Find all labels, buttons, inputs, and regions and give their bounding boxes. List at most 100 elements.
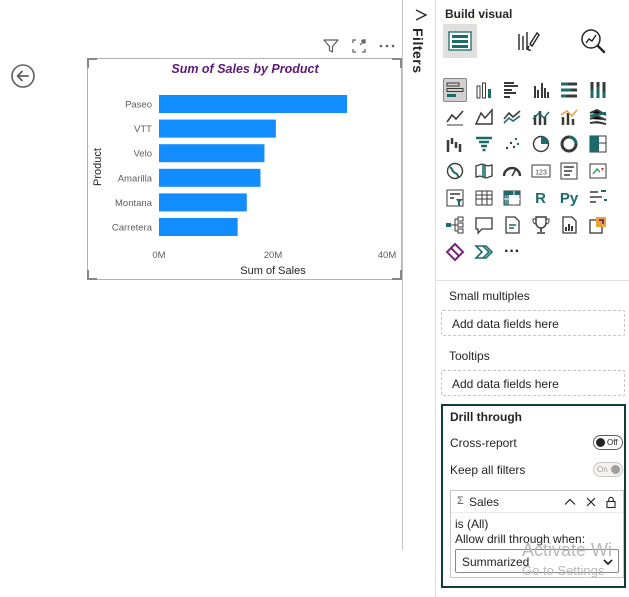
clustered-bar-icon[interactable] xyxy=(500,78,524,102)
chart-plot: Sum of Sales by Product Product Sum of S… xyxy=(92,62,397,277)
x-tick-label: 20M xyxy=(264,250,283,261)
build-visual-icon xyxy=(448,31,472,51)
tooltips-title: Tooltips xyxy=(449,349,490,363)
multi-row-card-icon[interactable] xyxy=(557,159,581,183)
stacked-bar-icon[interactable] xyxy=(443,78,467,102)
more-icon[interactable]: ··· xyxy=(500,240,524,264)
filters-pane-collapsed[interactable] xyxy=(403,0,435,597)
y-tick-label: Amarilla xyxy=(118,173,153,184)
lock-icon[interactable] xyxy=(604,495,618,509)
activate-windows-watermark: Activate Wi Go to Settings xyxy=(522,540,612,578)
y-tick-label: VTT xyxy=(134,124,152,135)
bar-chart-visual[interactable]: Sum of Sales by Product Product Sum of S… xyxy=(87,58,402,280)
build-visual-tab[interactable] xyxy=(443,24,477,58)
drill-through-title: Drill through xyxy=(450,410,522,424)
bar-velo[interactable] xyxy=(159,144,265,163)
filter-condition: is (All) xyxy=(455,517,489,531)
format-paintbrush-icon xyxy=(518,31,540,51)
stacked-column-icon[interactable] xyxy=(472,78,496,102)
smart-narrative-icon[interactable] xyxy=(500,213,524,237)
kpi-icon[interactable] xyxy=(586,159,610,183)
line-chart-icon[interactable] xyxy=(443,105,467,129)
dropdown-value: Summarized xyxy=(462,555,530,569)
x-axis-title: Sum of Sales xyxy=(240,265,306,277)
area-chart-icon[interactable] xyxy=(472,105,496,129)
stacked-area-icon[interactable] xyxy=(500,105,524,129)
map-icon[interactable] xyxy=(443,159,467,183)
pane-separator xyxy=(436,280,629,281)
bar-paseo[interactable] xyxy=(159,95,348,113)
power-apps-icon[interactable] xyxy=(586,213,610,237)
back-arrow-icon xyxy=(11,64,35,88)
y-tick-label: Montana xyxy=(115,198,153,209)
watermark-line-1: Activate Wi xyxy=(522,540,613,560)
filters-pane-label[interactable]: Filters xyxy=(410,28,426,74)
bar-vtt[interactable] xyxy=(159,119,276,138)
x-tick-label: 40M xyxy=(378,250,397,261)
py-label: Py xyxy=(559,189,579,207)
line-clustered-column-icon[interactable] xyxy=(529,105,553,129)
small-multiples-well[interactable]: Add data fields here xyxy=(441,310,625,336)
chart-title: Sum of Sales by Product xyxy=(171,62,319,76)
toggle-state: Off xyxy=(607,438,618,447)
filled-map-icon[interactable] xyxy=(472,159,496,183)
sigma-icon: Σ xyxy=(457,495,464,507)
bar-montana[interactable] xyxy=(159,193,247,212)
focus-mode-icon[interactable] xyxy=(350,37,368,55)
get-more-visuals-icon[interactable] xyxy=(472,240,496,264)
more-label: ··· xyxy=(504,243,520,260)
analytics-tab[interactable] xyxy=(576,24,610,58)
expand-filters-icon[interactable] xyxy=(415,8,428,26)
visual-header-toolbar xyxy=(322,37,402,55)
line-stacked-column-icon[interactable] xyxy=(557,105,581,129)
cross-report-label: Cross-report xyxy=(450,436,517,450)
remove-field-icon[interactable] xyxy=(584,495,598,509)
scatter-icon[interactable] xyxy=(500,132,524,156)
field-card-header[interactable]: Σ Sales xyxy=(451,491,623,513)
keep-all-filters-toggle[interactable]: On xyxy=(593,462,623,477)
toggle-knob xyxy=(611,465,620,474)
filter-icon[interactable] xyxy=(322,37,340,55)
keep-all-filters-label: Keep all filters xyxy=(450,463,526,477)
svg-text:123: 123 xyxy=(535,170,547,177)
matrix-icon[interactable] xyxy=(500,186,524,210)
key-influencers-icon[interactable] xyxy=(586,186,610,210)
bar-amarilla[interactable] xyxy=(159,168,261,187)
more-options-icon[interactable] xyxy=(378,37,396,55)
100-stacked-bar-icon[interactable] xyxy=(557,78,581,102)
gauge-icon[interactable] xyxy=(500,159,524,183)
y-axis-title: Product xyxy=(92,148,104,186)
clustered-column-icon[interactable] xyxy=(529,78,553,102)
build-visual-title: Build visual xyxy=(445,7,513,21)
decomposition-tree-icon[interactable] xyxy=(443,213,467,237)
waterfall-icon[interactable] xyxy=(443,132,467,156)
treemap-icon[interactable] xyxy=(586,132,610,156)
bar-carretera[interactable] xyxy=(159,218,238,236)
metrics-icon[interactable] xyxy=(557,213,581,237)
card-icon[interactable]: 123 xyxy=(529,159,553,183)
paginated-report-icon[interactable] xyxy=(529,213,553,237)
slicer-icon[interactable] xyxy=(443,186,467,210)
small-multiples-title: Small multiples xyxy=(449,289,530,303)
qa-icon[interactable] xyxy=(472,213,496,237)
collapse-chevron-icon[interactable] xyxy=(563,495,577,509)
format-visual-tab[interactable] xyxy=(510,24,544,58)
watermark-line-2: Go to Settings xyxy=(522,563,605,578)
tooltips-well[interactable]: Add data fields here xyxy=(441,370,625,396)
toggle-knob xyxy=(596,438,605,447)
funnel-icon[interactable] xyxy=(472,132,496,156)
r-visual-icon[interactable]: R xyxy=(529,186,553,210)
ribbon-chart-icon[interactable] xyxy=(586,105,610,129)
python-visual-icon[interactable]: Py xyxy=(557,186,581,210)
r-label: R xyxy=(535,189,546,207)
table-icon[interactable] xyxy=(472,186,496,210)
field-name: Sales xyxy=(469,495,500,509)
power-automate-icon[interactable] xyxy=(443,240,467,264)
back-button[interactable] xyxy=(10,63,36,89)
cross-report-toggle[interactable]: Off xyxy=(593,435,623,450)
y-tick-label: Velo xyxy=(134,149,153,160)
100-stacked-column-icon[interactable] xyxy=(586,78,610,102)
visualizations-pane: Build visual 123 R Py ··· Small multiples A… xyxy=(435,0,629,597)
donut-icon[interactable] xyxy=(557,132,581,156)
pie-icon[interactable] xyxy=(529,132,553,156)
